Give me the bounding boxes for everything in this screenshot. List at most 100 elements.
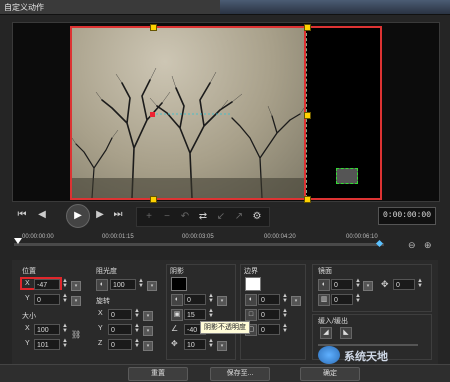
mirror-stepper-2[interactable]: ▲ ▼: [354, 293, 362, 305]
opacity-icon: ◐: [96, 279, 108, 291]
y-axis-label: Y: [25, 295, 30, 302]
save-as-button[interactable]: 保存至...: [210, 367, 270, 381]
timecode-display[interactable]: 0:00:00:00: [378, 207, 436, 225]
z-axis-label: Z: [98, 340, 103, 347]
size-y-input[interactable]: 101: [34, 339, 60, 350]
mirror-dropdown-1[interactable]: ▾: [363, 281, 373, 291]
shadow-stepper-1[interactable]: ▲ ▼: [207, 293, 215, 305]
opacity-stepper[interactable]: ▲ ▼: [137, 278, 145, 290]
rotation-y-dropdown[interactable]: ▾: [143, 326, 153, 336]
mirror-opacity-icon: ◐: [318, 279, 330, 291]
go-to-end-icon[interactable]: ⏭: [110, 207, 126, 223]
watermark: 系统天地: [344, 351, 388, 363]
mirror-input-2[interactable]: 0: [331, 294, 353, 305]
settings-icon[interactable]: ⚙: [249, 209, 265, 225]
zoom-out-icon[interactable]: ⊖: [408, 240, 416, 251]
border-color-swatch[interactable]: [245, 277, 261, 291]
play-button[interactable]: ▶: [66, 204, 90, 228]
move-left-icon[interactable]: ↙: [213, 209, 229, 225]
size-x-stepper[interactable]: ▲ ▼: [61, 323, 69, 335]
opacity-input[interactable]: 100: [110, 279, 136, 290]
mirror-move-icon: ✥: [381, 279, 389, 289]
shadow-dropdown-4[interactable]: ▾: [217, 341, 227, 351]
shadow-dropdown-1[interactable]: ▾: [217, 296, 227, 306]
rotation-x-dropdown[interactable]: ▾: [143, 311, 153, 321]
border-width-icon: □: [245, 309, 257, 321]
timeline-ruler: 00:00:00:00 00:00:01:15 00:00:03:05 00:0…: [12, 232, 438, 252]
remove-keyframe-icon[interactable]: −: [159, 209, 175, 225]
handle-bottom-right[interactable]: [304, 196, 311, 203]
border-stepper-3[interactable]: ▲ ▼: [281, 323, 289, 335]
link-icon[interactable]: ⛓: [71, 330, 81, 339]
border-input-2[interactable]: 0: [258, 309, 280, 320]
mirror-input-3[interactable]: 0: [393, 279, 415, 290]
shadow-distance-icon: ✥: [171, 339, 178, 348]
y-axis-label: Y: [98, 325, 103, 332]
ok-button[interactable]: 确定: [300, 367, 360, 381]
title-tab-1[interactable]: [260, 0, 290, 14]
watermark-logo-icon: [318, 346, 340, 364]
tick-label: 00:00:03:05: [182, 234, 214, 240]
ease-in-icon[interactable]: ◢: [320, 327, 332, 339]
shadow-label: 阴影: [170, 268, 184, 275]
go-to-start-icon[interactable]: ⏮: [14, 207, 30, 223]
rotation-x-input[interactable]: 0: [108, 309, 132, 320]
position-y-stepper[interactable]: ▲ ▼: [61, 293, 69, 305]
border-stepper-2[interactable]: ▲ ▼: [281, 308, 289, 320]
shadow-stepper-4[interactable]: ▲ ▼: [207, 338, 215, 350]
reverse-icon[interactable]: ↶: [177, 209, 193, 225]
rotation-y-input[interactable]: 0: [108, 324, 132, 335]
handle-top[interactable]: [150, 24, 157, 31]
reset-button[interactable]: 重置: [128, 367, 188, 381]
ease-out-icon[interactable]: ◣: [340, 327, 352, 339]
mirror-input-1[interactable]: 0: [331, 279, 353, 290]
handle-right[interactable]: [304, 112, 311, 119]
size-label: 大小: [22, 313, 36, 320]
shadow-stepper-2[interactable]: ▲ ▼: [207, 308, 215, 320]
rotation-x-stepper[interactable]: ▲ ▼: [133, 308, 141, 320]
border-stepper-1[interactable]: ▲ ▼: [281, 293, 289, 305]
position-x-input[interactable]: -47: [34, 279, 60, 290]
border-input-3[interactable]: 0: [258, 324, 280, 335]
handle-bottom[interactable]: [150, 196, 157, 203]
mirror-stepper-1[interactable]: ▲ ▼: [354, 278, 362, 290]
swap-keyframes-icon[interactable]: ⇄: [195, 209, 211, 225]
rotation-y-stepper[interactable]: ▲ ▼: [133, 323, 141, 335]
handle-top-right[interactable]: [304, 24, 311, 31]
opacity-dropdown[interactable]: ▾: [147, 281, 157, 291]
shadow-color-swatch[interactable]: [171, 277, 187, 291]
shadow-input-2[interactable]: 15: [184, 309, 206, 320]
next-frame-icon[interactable]: ▶: [92, 207, 108, 223]
anchor-point[interactable]: [150, 112, 155, 117]
playhead-marker[interactable]: [14, 238, 22, 244]
position-y-input[interactable]: 0: [34, 294, 60, 305]
zoom-in-icon[interactable]: ⊕: [424, 240, 432, 251]
title-bar-banner: [220, 0, 450, 14]
rotation-z-input[interactable]: 0: [108, 339, 132, 350]
rotation-z-stepper[interactable]: ▲ ▼: [133, 338, 141, 350]
custom-motion-window: 自定义动作 ⏮ ◀ ▶ ▶ ⏭ + − ↶ ⇄ ↙ ↗ ⚙ 0:00:00:00…: [0, 0, 450, 382]
preview-image[interactable]: [70, 26, 306, 200]
position-y-dropdown[interactable]: ▾: [71, 296, 81, 306]
title-tab-3[interactable]: [340, 0, 370, 14]
border-input-1[interactable]: 0: [258, 294, 280, 305]
tick-label: 00:00:06:10: [346, 234, 378, 240]
shadow-input-1[interactable]: 0: [184, 294, 206, 305]
size-y-stepper[interactable]: ▲ ▼: [61, 338, 69, 350]
shadow-input-4[interactable]: 10: [184, 339, 206, 350]
position-x-stepper[interactable]: ▲ ▼: [61, 278, 69, 290]
rotation-z-dropdown[interactable]: ▾: [143, 341, 153, 351]
title-tab-2[interactable]: [300, 0, 330, 14]
tooltip: 阴影不透明度: [200, 321, 250, 334]
move-right-icon[interactable]: ↗: [231, 209, 247, 225]
size-x-input[interactable]: 100: [34, 324, 60, 335]
timeline-track[interactable]: [14, 243, 384, 246]
position-thumbnail[interactable]: [336, 168, 358, 184]
add-keyframe-icon[interactable]: +: [141, 209, 157, 225]
border-dropdown-1[interactable]: ▾: [291, 296, 301, 306]
previous-frame-icon[interactable]: ◀: [34, 207, 50, 223]
mirror-stepper-3[interactable]: ▲ ▼: [416, 278, 424, 290]
border-label: 边界: [244, 268, 258, 275]
keyframe-toolbar: + − ↶ ⇄ ↙ ↗ ⚙: [136, 207, 270, 227]
position-x-dropdown[interactable]: ▾: [71, 281, 81, 291]
